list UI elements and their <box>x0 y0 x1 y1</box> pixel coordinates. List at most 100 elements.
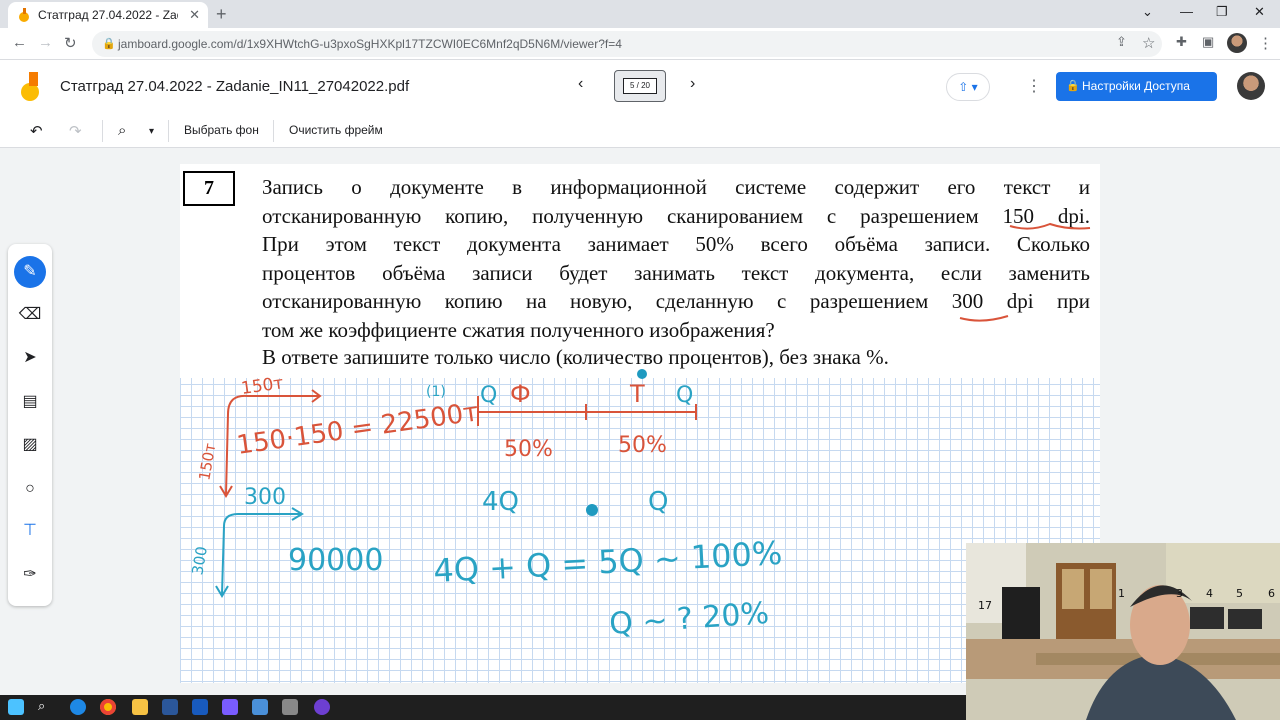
lock-icon: 🔒 <box>102 38 116 50</box>
room-label: 17 <box>978 599 992 612</box>
address-bar-row: ← → ↻ 🔒 jamboard.google.com/d/1x9XHWtchG… <box>0 28 1280 60</box>
ink-label-blue: Q <box>480 383 497 408</box>
url-text: jamboard.google.com/d/1x9XHWtchG-u3pxoSg… <box>118 37 622 51</box>
ink-note-blue: 300 <box>188 545 211 576</box>
previous-frame-icon[interactable]: ‹ <box>578 75 583 93</box>
set-background-button[interactable]: Выбрать фон <box>184 123 259 137</box>
ink-percent: 50% <box>504 437 553 462</box>
browser-menu-icon[interactable]: ⋮ <box>1258 34 1273 52</box>
frame-bar-button[interactable]: 5 / 20 <box>614 70 666 102</box>
minimize-icon[interactable]: — <box>1180 4 1193 19</box>
eraser-tool-icon[interactable]: ⌫ <box>8 295 52 335</box>
tab-search-icon[interactable]: ⌄ <box>1142 4 1153 20</box>
ink-dot <box>586 504 598 516</box>
webcam-overlay: 17 1 3 4 5 6 <box>966 543 1280 720</box>
lock-icon: 🔒 <box>1066 80 1080 92</box>
extensions-icon[interactable]: ✚ <box>1176 34 1187 50</box>
zoom-dropdown-icon[interactable]: ▾ <box>149 126 154 137</box>
ink-percent: 50% <box>618 433 667 458</box>
zoom-icon[interactable]: ⌕ <box>118 122 126 139</box>
circle-shape-icon[interactable]: ○ <box>8 469 52 509</box>
undo-icon[interactable]: ↶ <box>30 122 43 140</box>
ink-note-blue: 300 <box>244 485 286 510</box>
close-tab-icon[interactable]: ✕ <box>189 7 200 23</box>
share-settings-button[interactable]: 🔒 Настройки Доступа <box>1056 72 1217 101</box>
present-button[interactable]: ⇧ ▾ <box>946 73 990 101</box>
user-avatar[interactable] <box>1237 72 1265 100</box>
jamboard-favicon-icon <box>19 8 29 22</box>
laser-pointer-icon[interactable]: ✑ <box>8 555 52 595</box>
ink-equation: Q ~ ? 20% <box>608 596 770 642</box>
ink-layer: 150т 150т 150·150 = 22500т (1) Q Ф Т Q 5… <box>188 222 1091 642</box>
ink-underline <box>1009 222 1091 230</box>
pen-tool-icon[interactable]: ✎ <box>14 256 46 288</box>
ink-label-red: Ф <box>510 380 531 408</box>
jamboard-toolbar: ↶ ↷ ⌕ ▾ Выбрать фон Очистить фрейм <box>0 114 1280 148</box>
profile-avatar[interactable] <box>1227 33 1247 53</box>
ink-calc-red: 150·150 = 22500т <box>235 397 480 461</box>
browser-tab-bar: Статград 27.04.2022 - Zadanie_IN ✕ + ⌄ —… <box>0 0 1280 28</box>
room-label: 5 <box>1236 587 1243 600</box>
room-label: 1 <box>1118 587 1125 600</box>
text-box-icon[interactable]: ⊤ <box>8 511 52 551</box>
next-frame-icon[interactable]: › <box>690 75 695 93</box>
ink-note-red: 150т <box>195 442 219 482</box>
ink-calc-blue: 90000 <box>288 543 383 578</box>
room-label: 6 <box>1268 587 1275 600</box>
share-button-label: Настройки Доступа <box>1082 79 1190 93</box>
recorder-icon[interactable] <box>314 699 330 715</box>
webcam-video: 17 1 3 4 5 6 <box>966 543 1280 720</box>
file-explorer-icon[interactable] <box>132 699 148 715</box>
windows-start-icon[interactable] <box>8 699 24 715</box>
jam-frame[interactable]: 7 Запись о документе в информационной си… <box>180 164 1100 683</box>
tab-title: Статград 27.04.2022 - Zadanie_IN <box>38 8 178 22</box>
back-icon[interactable]: ← <box>12 34 27 51</box>
ink-label-blue: 4Q <box>482 487 519 517</box>
bookmark-star-icon[interactable]: ☆ <box>1142 34 1155 52</box>
chrome-icon[interactable] <box>100 699 116 715</box>
ink-underline <box>959 315 1009 322</box>
ink-label-blue: Q <box>648 487 668 517</box>
calculator-icon[interactable] <box>252 699 268 715</box>
ink-arrow <box>225 413 229 495</box>
maximize-icon[interactable]: ❐ <box>1216 4 1228 20</box>
add-image-icon[interactable]: ▨ <box>8 425 52 465</box>
ink-dot <box>637 369 647 379</box>
search-icon[interactable]: ⌕ <box>38 698 45 714</box>
reload-icon[interactable]: ↻ <box>64 34 77 52</box>
url-field[interactable]: 🔒 jamboard.google.com/d/1x9XHWtchG-u3pxo… <box>92 31 1162 57</box>
ink-note-blue: (1) <box>426 384 446 400</box>
select-tool-icon[interactable]: ➤ <box>8 338 52 378</box>
share-page-icon[interactable]: ⇪ <box>1116 34 1127 50</box>
app-icon[interactable] <box>162 699 178 715</box>
word-icon[interactable] <box>192 699 208 715</box>
side-panel-icon[interactable]: ▣ <box>1202 34 1214 50</box>
jamboard-header: Статград 27.04.2022 - Zadanie_IN11_27042… <box>0 60 1280 114</box>
ink-equation: 4Q + Q = 5Q ~ 100% <box>432 534 783 590</box>
close-window-icon[interactable]: ✕ <box>1254 4 1265 20</box>
tool-rail: ✎ ⌫ ➤ ▤ ▨ ○ ⊤ ✑ <box>8 244 52 606</box>
toolbar-divider <box>168 120 169 142</box>
frame-counter: 5 / 20 <box>623 78 657 94</box>
present-icon: ⇧ ▾ <box>958 80 978 94</box>
browser-tab[interactable]: Статград 27.04.2022 - Zadanie_IN ✕ <box>8 2 208 28</box>
edge-icon[interactable] <box>70 699 86 715</box>
more-options-icon[interactable]: ⋮ <box>1026 76 1042 96</box>
ink-label-blue: Q <box>676 383 693 408</box>
document-title: Статград 27.04.2022 - Zadanie_IN11_27042… <box>60 78 410 95</box>
new-tab-icon[interactable]: + <box>216 4 227 25</box>
forward-icon[interactable]: → <box>38 34 53 51</box>
pen-app-icon[interactable] <box>222 699 238 715</box>
toolbar-divider <box>102 120 103 142</box>
ink-arrow <box>223 513 300 527</box>
toolbar-divider <box>273 120 274 142</box>
redo-icon[interactable]: ↷ <box>69 122 82 140</box>
room-label: 4 <box>1206 587 1213 600</box>
clear-frame-button[interactable]: Очистить фрейм <box>289 123 383 137</box>
sticky-note-icon[interactable]: ▤ <box>8 382 52 422</box>
draw-app-icon[interactable] <box>282 699 298 715</box>
jamboard-logo-icon <box>21 72 39 101</box>
room-label: 3 <box>1176 587 1183 600</box>
ink-label-red: Т <box>629 380 645 408</box>
ink-arrow <box>221 525 225 595</box>
